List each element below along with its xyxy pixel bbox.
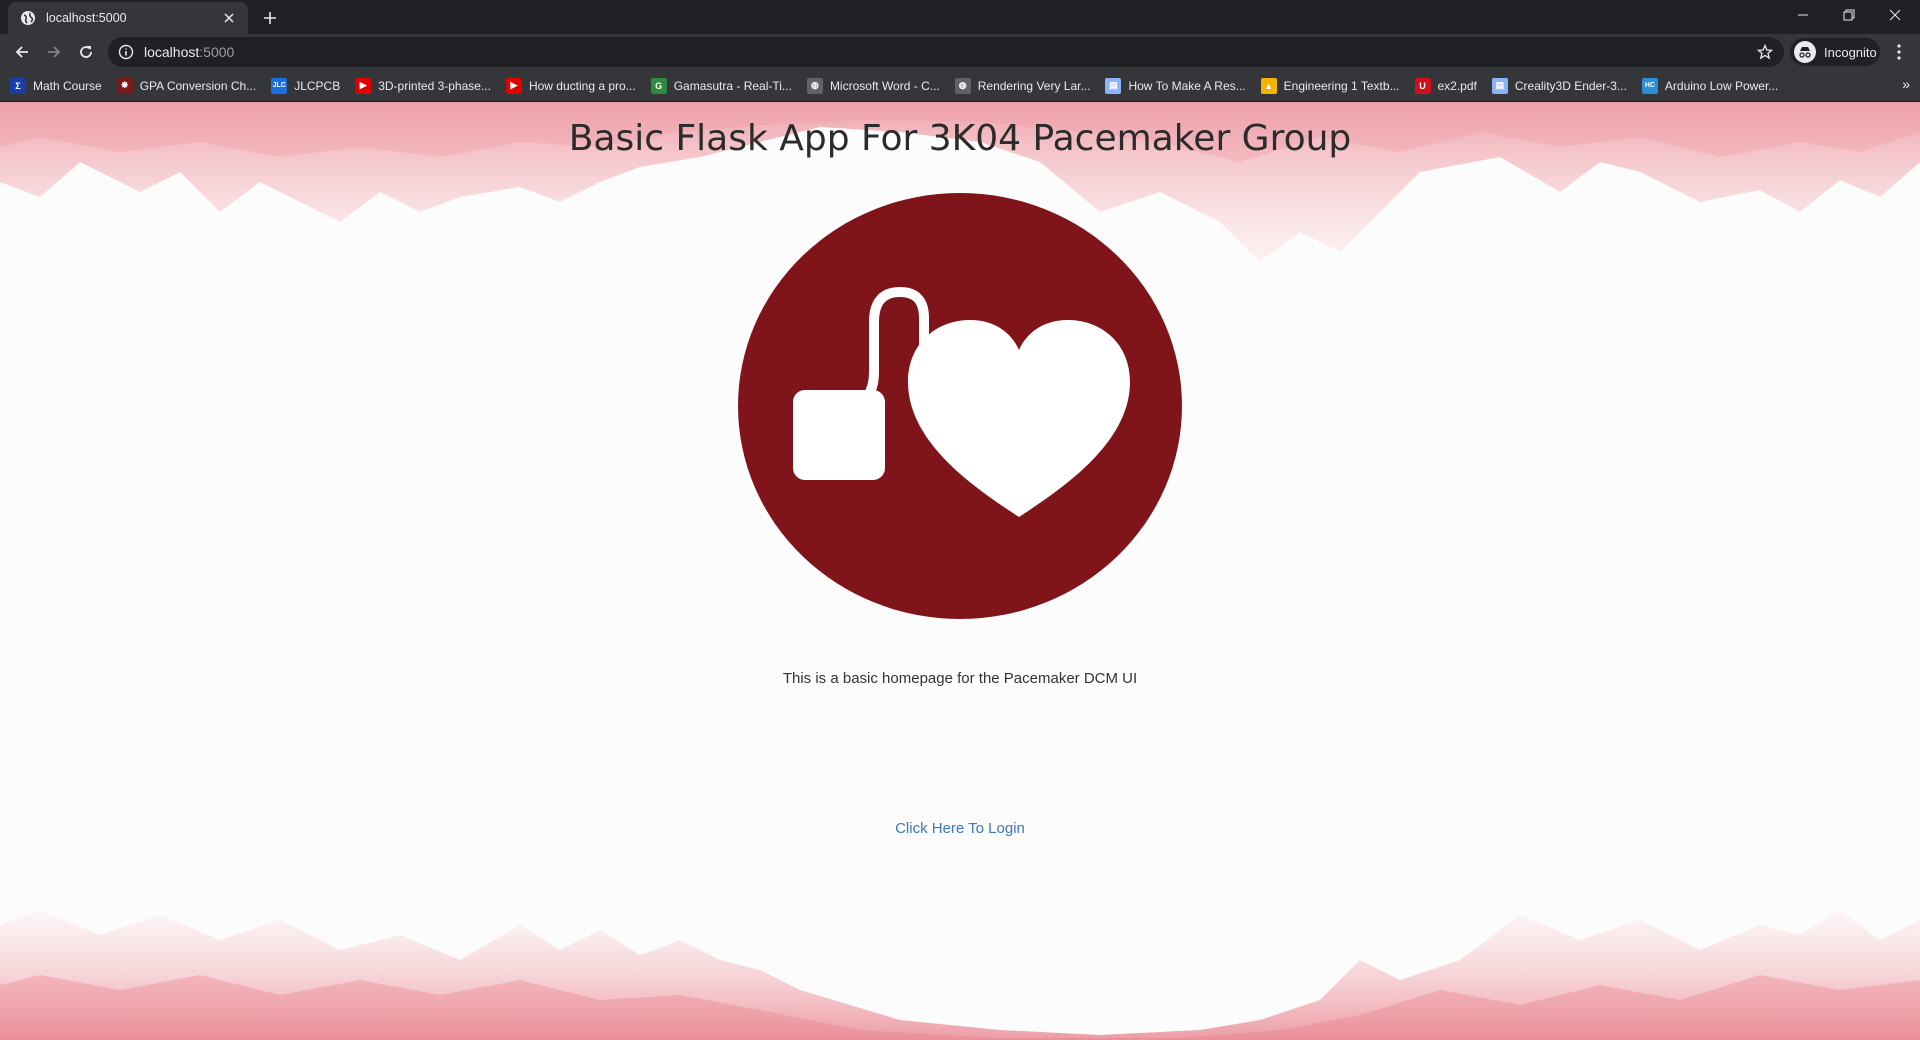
page-title: Basic Flask App For 3K04 Pacemaker Group	[568, 118, 1352, 159]
bookmark-item[interactable]: ✸ GPA Conversion Ch...	[116, 77, 257, 94]
bookmark-item[interactable]: Σ Math Course	[10, 77, 102, 94]
reload-icon[interactable]	[72, 38, 100, 66]
back-icon[interactable]	[8, 38, 36, 66]
bookmark-item[interactable]: ◍ Rendering Very Lar...	[954, 77, 1091, 94]
bookmark-label: Engineering 1 Textb...	[1283, 78, 1400, 93]
gamasutra-icon: G	[650, 77, 667, 94]
page-description: This is a basic homepage for the Pacemak…	[782, 670, 1138, 687]
incognito-profile-button[interactable]: Incognito	[1790, 38, 1880, 66]
tab-strip: localhost:5000	[0, 0, 1920, 34]
browser-toolbar: localhost:5000 Incognito	[0, 34, 1920, 70]
bookmark-label: GPA Conversion Ch...	[139, 78, 257, 93]
globe-icon	[20, 10, 36, 26]
bookmark-item[interactable]: G Gamasutra - Real-Ti...	[650, 77, 792, 94]
address-bar[interactable]: localhost:5000	[108, 37, 1784, 67]
page-icon: ▤	[1491, 77, 1508, 94]
bookmark-label: Rendering Very Lar...	[977, 78, 1091, 93]
bookmark-item[interactable]: ◍ Microsoft Word - C...	[806, 77, 940, 94]
page-icon: ▤	[1105, 77, 1122, 94]
incognito-icon	[1794, 41, 1816, 63]
bookmark-label: Microsoft Word - C...	[829, 78, 940, 93]
bookmark-item[interactable]: ▤ Creality3D Ender-3...	[1491, 77, 1627, 94]
login-link[interactable]: Click Here To Login	[880, 820, 1040, 837]
bookmarks-bar: Σ Math Course ✸ GPA Conversion Ch... JLC JLCP…	[0, 70, 1920, 102]
info-icon[interactable]	[118, 44, 134, 60]
globe-icon: ◍	[954, 77, 971, 94]
hc-icon: HC	[1641, 77, 1658, 94]
pacemaker-heart-icon	[738, 193, 1182, 619]
jlc-icon: JLC	[271, 77, 288, 94]
crest-icon: ✸	[116, 77, 133, 94]
bookmark-label: How ducting a pro...	[528, 78, 636, 93]
bookmark-label: 3D-printed 3-phase...	[378, 78, 491, 93]
drive-icon: ▲	[1260, 77, 1277, 94]
bookmark-label: Arduino Low Power...	[1664, 78, 1779, 93]
globe-icon: ◍	[806, 77, 823, 94]
bookmark-label: ex2.pdf	[1437, 78, 1477, 93]
profile-label: Incognito	[1824, 44, 1877, 60]
more-menu-icon[interactable]	[1887, 40, 1911, 64]
forward-icon[interactable]	[40, 38, 68, 66]
bookmark-item[interactable]: ▲ Engineering 1 Textb...	[1260, 77, 1400, 94]
bookmark-label: JLCPCB	[294, 78, 341, 93]
bookmark-item[interactable]: ▶ How ducting a pro...	[505, 77, 636, 94]
bookmark-label: How To Make A Res...	[1128, 78, 1246, 93]
new-tab-icon[interactable]	[258, 6, 282, 30]
browser-tab[interactable]: localhost:5000	[8, 2, 248, 34]
tab-title: localhost:5000	[46, 11, 127, 25]
bookmark-item[interactable]: Uex2.pdf	[1414, 77, 1477, 94]
restore-icon[interactable]	[1826, 0, 1872, 30]
bookmark-item[interactable]: ▶ 3D-printed 3-phase...	[355, 77, 491, 94]
url-port: :5000	[199, 44, 235, 60]
youtube-icon: ▶	[505, 77, 522, 94]
bookmark-item[interactable]: HC Arduino Low Power...	[1641, 77, 1779, 94]
url-host: localhost	[144, 44, 200, 60]
sigma-icon: Σ	[10, 77, 26, 94]
bookmark-item[interactable]: JLC JLCPCB	[271, 77, 341, 94]
web-page: Basic Flask App For 3K04 Pacemaker Group…	[0, 102, 1920, 1040]
bookmark-label: Creality3D Ender-3...	[1514, 78, 1627, 93]
watercolor-bottom-decoration	[0, 910, 1920, 1040]
close-window-icon[interactable]	[1872, 0, 1918, 30]
bookmark-label: Gamasutra - Real-Ti...	[673, 78, 792, 93]
close-tab-icon[interactable]	[220, 9, 238, 27]
minimize-icon[interactable]	[1780, 0, 1826, 30]
more-bookmarks-icon[interactable]: »	[1902, 76, 1910, 92]
bookmark-star-icon[interactable]	[1756, 43, 1774, 61]
youtube-icon: ▶	[355, 77, 372, 94]
shield-u-icon: U	[1414, 77, 1431, 94]
bookmark-item[interactable]: ▤ How To Make A Res...	[1105, 77, 1246, 94]
bookmark-label: Math Course	[33, 78, 102, 93]
